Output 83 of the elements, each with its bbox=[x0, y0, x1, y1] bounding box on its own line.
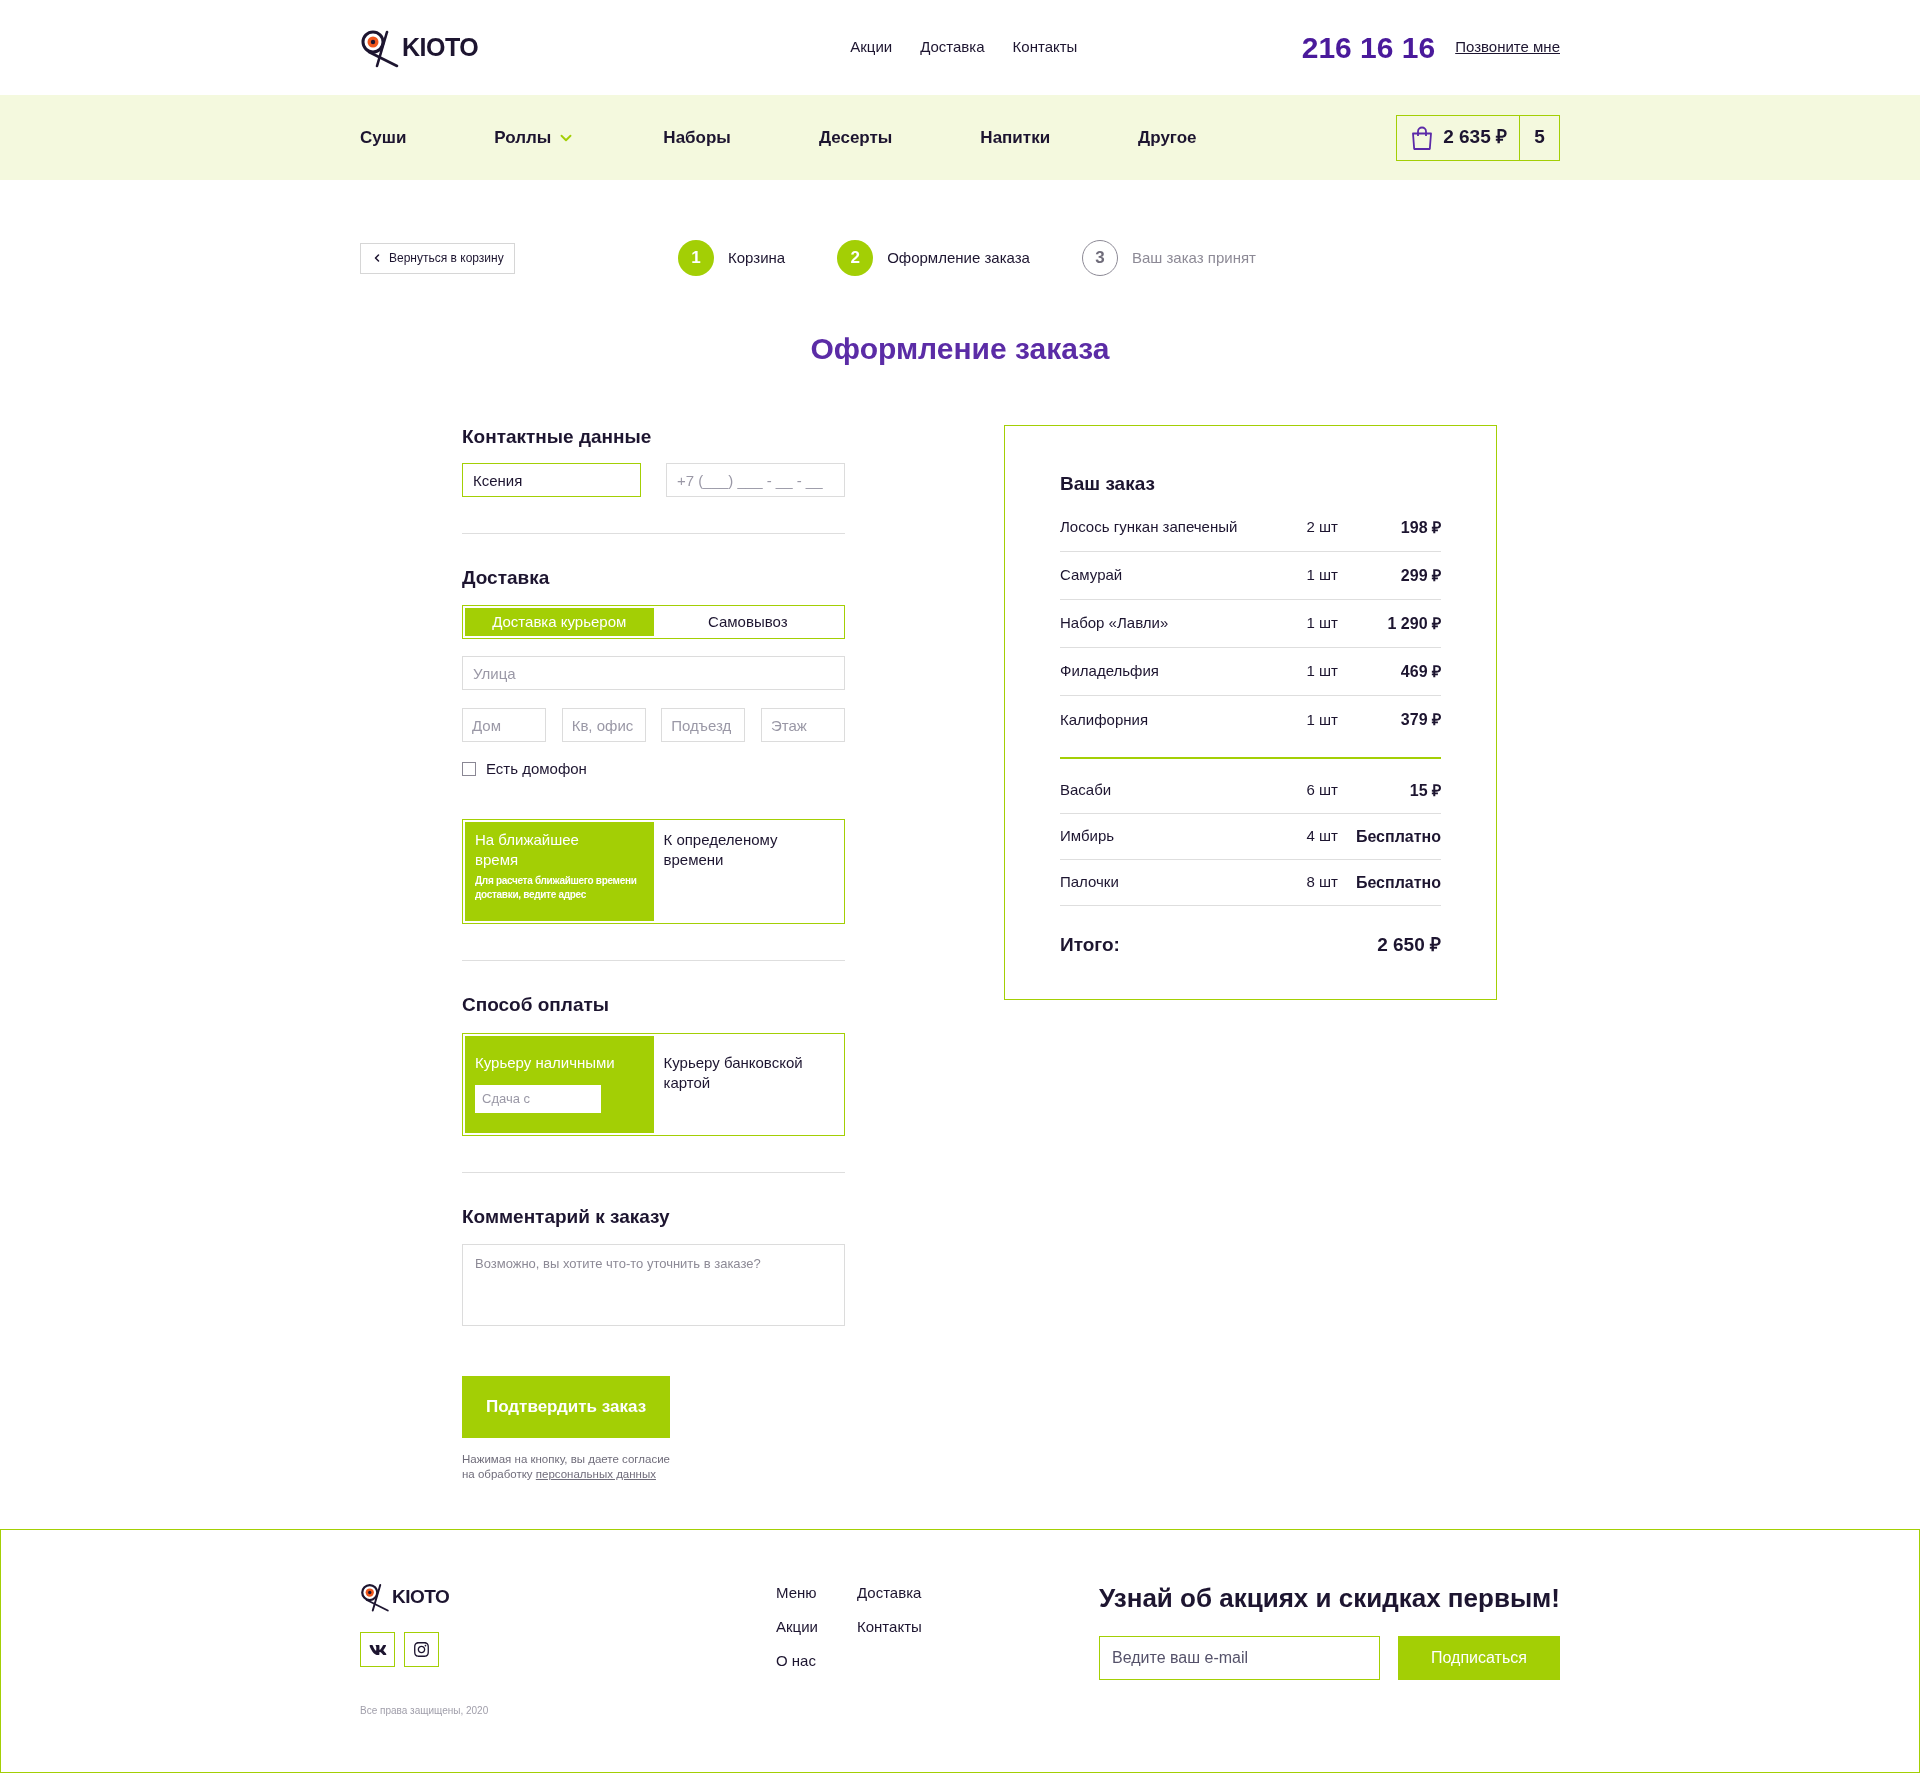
order-item-name: Палочки bbox=[1060, 872, 1120, 893]
name-field[interactable]: Ксения bbox=[462, 463, 641, 497]
step-label: Оформление заказа bbox=[887, 247, 1030, 268]
privacy-link[interactable]: персональных данных bbox=[535, 1467, 656, 1480]
copyright-text: Все права защищены, 2020 bbox=[360, 1704, 489, 1718]
nav-link[interactable]: Доставка bbox=[920, 36, 985, 59]
order-item-quantity: 1 шт bbox=[1306, 613, 1338, 634]
logo-text: KIOTO bbox=[402, 31, 479, 63]
order-item-quantity: 1 шт bbox=[1306, 709, 1338, 730]
order-item-quantity: 1 шт bbox=[1306, 565, 1338, 586]
order-item-quantity: 2 шт bbox=[1306, 517, 1338, 538]
order-item-price: 198 ₽ bbox=[1399, 517, 1441, 538]
order-item-name: Филадельфия bbox=[1060, 661, 1160, 682]
phone-number[interactable]: 216 16 16 bbox=[1301, 25, 1436, 70]
logo-icon bbox=[360, 1582, 390, 1612]
address-field[interactable]: Этаж bbox=[760, 708, 845, 742]
comment-field[interactable]: Возможно, вы хотите что-то уточнить в заказе? bbox=[462, 1243, 845, 1326]
consent-note: Нажимая на кнопку, вы даете согласие на обработку персональных данных bbox=[462, 1451, 671, 1482]
intercom-checkbox[interactable] bbox=[462, 762, 476, 777]
order-item-name: Набор «Лавли» bbox=[1060, 613, 1170, 634]
address-field[interactable]: Кв, офис bbox=[561, 708, 646, 742]
change-amount-field[interactable]: Сдача с bbox=[475, 1084, 601, 1113]
instagram-icon[interactable] bbox=[404, 1632, 439, 1667]
order-item-name: Лосось гункан запеченый bbox=[1060, 517, 1239, 538]
order-item-quantity: 1 шт bbox=[1306, 661, 1338, 682]
order-item-quantity: 6 шт bbox=[1306, 780, 1338, 801]
footer-link[interactable]: Доставка bbox=[857, 1582, 938, 1603]
address-field[interactable]: Подъезд bbox=[661, 708, 746, 742]
delivery-method-option[interactable]: Самовывоз bbox=[653, 608, 842, 636]
total-label: Итого: bbox=[1060, 932, 1120, 957]
order-item-quantity: 4 шт bbox=[1306, 826, 1338, 847]
nav-link[interactable]: Контакты bbox=[1012, 36, 1078, 59]
delivery-time-option[interactable]: К определеному времени bbox=[653, 821, 842, 921]
category-link[interactable]: Другое bbox=[1138, 124, 1197, 151]
category-link[interactable]: Напитки bbox=[980, 124, 1051, 151]
subscribe-heading: Узнай об акциях и скидках первым! bbox=[1098, 1582, 1560, 1614]
order-item-price: Бесплатно bbox=[1354, 872, 1441, 893]
vk-logo-icon[interactable] bbox=[360, 1632, 395, 1667]
order-item-price: 299 ₽ bbox=[1399, 565, 1441, 586]
step-number: 2 bbox=[837, 240, 874, 276]
shopping-bag-icon bbox=[1411, 125, 1434, 150]
cart-count: 5 bbox=[1519, 115, 1559, 160]
email-field[interactable]: Ведите ваш e-mail bbox=[1099, 1636, 1380, 1680]
section-heading: Способ оплаты bbox=[462, 992, 610, 1017]
order-item-quantity: 8 шт bbox=[1306, 872, 1338, 893]
order-item-name: Имбирь bbox=[1060, 826, 1116, 847]
category-link[interactable]: Суши bbox=[360, 124, 407, 151]
step-label: Ваш заказ принят bbox=[1131, 247, 1256, 268]
section-heading: Контактные данные bbox=[462, 425, 653, 449]
category-link[interactable]: Роллы bbox=[494, 124, 576, 151]
order-item-price: 15 ₽ bbox=[1408, 780, 1441, 801]
phone-field[interactable]: +7 (___) ___ - __ - __ bbox=[666, 463, 845, 497]
footer-link[interactable]: Меню bbox=[776, 1582, 857, 1603]
order-item-name: Самурай bbox=[1060, 565, 1124, 586]
delivery-time-hint: Для расчета ближайшего времени доставки, ведите адрес bbox=[475, 873, 638, 902]
step-number: 1 bbox=[678, 240, 714, 276]
callback-link[interactable]: Позвоните мне bbox=[1455, 36, 1560, 59]
order-item-name: Калифорния bbox=[1060, 709, 1150, 730]
order-item-name: Васаби bbox=[1060, 780, 1113, 801]
total-amount: 2 650 ₽ bbox=[1377, 932, 1441, 957]
street-field[interactable]: Улица bbox=[462, 656, 845, 690]
back-button[interactable]: Вернуться в корзину bbox=[360, 242, 515, 274]
cart-widget[interactable]: 2 635 ₽ 5 bbox=[1396, 114, 1560, 161]
cart-total: 2 635 ₽ bbox=[1443, 125, 1507, 150]
logo-text: KIOTO bbox=[392, 1584, 450, 1609]
section-heading: Доставка bbox=[462, 566, 551, 590]
nav-link[interactable]: Акции bbox=[850, 36, 893, 59]
order-item-price: 469 ₽ bbox=[1399, 661, 1441, 682]
footer-link[interactable]: Контакты bbox=[857, 1616, 938, 1637]
order-item-price: Бесплатно bbox=[1354, 826, 1441, 847]
footer-link[interactable]: О нас bbox=[776, 1650, 857, 1671]
page-title: Оформление заказа bbox=[810, 331, 1110, 367]
address-field[interactable]: Дом bbox=[462, 708, 546, 742]
category-link[interactable]: Десерты bbox=[818, 124, 893, 151]
checkbox-label: Есть домофон bbox=[486, 759, 587, 779]
category-link[interactable]: Наборы bbox=[663, 124, 731, 151]
footer-link[interactable]: Акции bbox=[776, 1616, 857, 1637]
order-item-price: 379 ₽ bbox=[1399, 710, 1441, 730]
order-item-price: 1 290 ₽ bbox=[1386, 613, 1441, 634]
section-heading: Комментарий к заказу bbox=[462, 1204, 671, 1229]
order-heading: Ваш заказ bbox=[1060, 472, 1156, 496]
step-label: Корзина bbox=[728, 247, 786, 268]
payment-option[interactable]: Курьеру банковской картой bbox=[653, 1035, 842, 1133]
